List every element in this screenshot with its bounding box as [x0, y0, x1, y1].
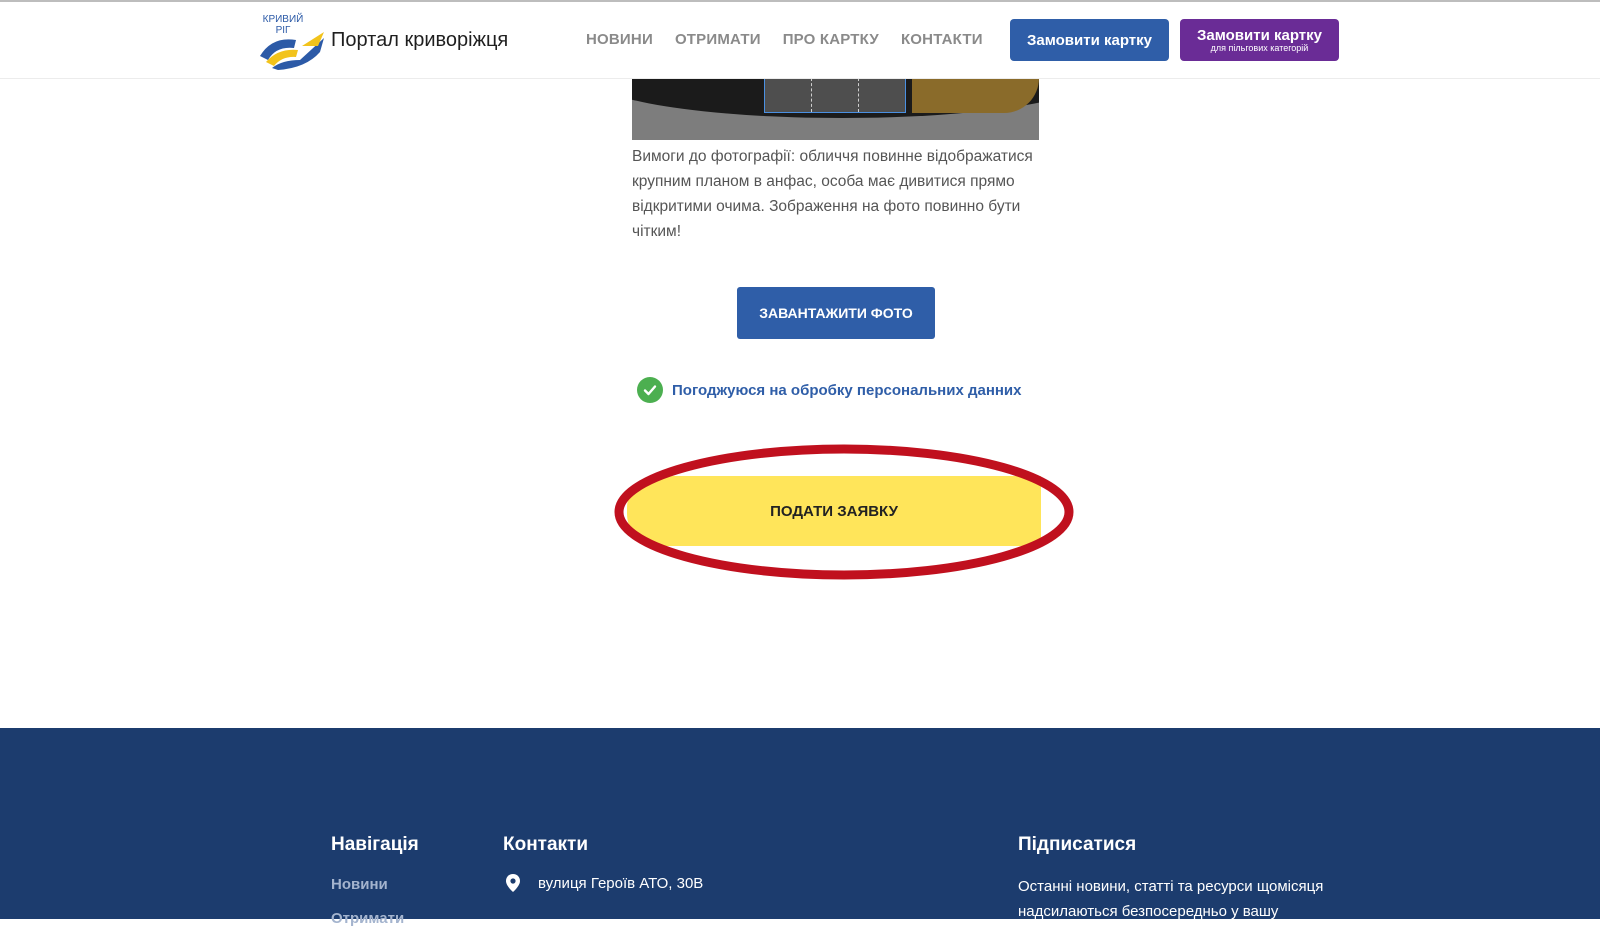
footer-link-news[interactable]: Новини: [331, 876, 388, 893]
order-benefit-sublabel: для пільгових категорій: [1210, 42, 1309, 53]
nav-item-get[interactable]: ОТРИМАТИ: [675, 31, 761, 48]
crop-guide-line: [811, 78, 812, 112]
consent-label[interactable]: Погоджуюся на обробку персональних данни…: [672, 382, 1022, 399]
footer-navigation-title: Навігація: [331, 834, 419, 855]
crop-guide-line: [858, 78, 859, 112]
footer-address: вулиця Героїв АТО, 30В: [506, 874, 703, 892]
upload-photo-button[interactable]: ЗАВАНТАЖИТИ ФОТО: [737, 287, 935, 339]
red-highlight-circle: [614, 444, 1074, 580]
order-benefit-label: Замовити картку: [1197, 26, 1322, 44]
footer-subscribe-text: Останні новини, статті та ресурси щоміся…: [1018, 878, 1324, 920]
order-card-button[interactable]: Замовити картку: [1010, 19, 1169, 61]
check-circle-icon[interactable]: [637, 377, 663, 403]
main-nav: НОВИНИ ОТРИМАТИ ПРО КАРТКУ КОНТАКТИ: [586, 31, 983, 48]
crop-frame[interactable]: [764, 78, 906, 113]
site-header: КРИВИЙ РІГ Портал криворіжця НОВИНИ ОТРИ…: [0, 2, 1600, 79]
photo-crop-preview[interactable]: [632, 78, 1039, 140]
site-title[interactable]: Портал криворіжця: [331, 29, 508, 52]
site-footer: Навігація Новини Отримати Контакти вулиц…: [0, 728, 1600, 927]
photo-requirements-text: Вимоги до фотографії: обличчя повинне ві…: [632, 148, 1033, 240]
location-pin-icon: [506, 874, 520, 892]
nav-item-contacts[interactable]: КОНТАКТИ: [901, 31, 983, 48]
order-benefit-card-button[interactable]: Замовити картку для пільгових категорій: [1180, 19, 1339, 61]
footer-contacts-title: Контакти: [503, 834, 589, 855]
nav-item-about-card[interactable]: ПРО КАРТКУ: [783, 31, 879, 48]
photo-background-detail: [912, 78, 1039, 113]
logo-city-line1: КРИВИЙ: [262, 14, 304, 25]
nav-item-news[interactable]: НОВИНИ: [586, 31, 653, 48]
consent-checkbox[interactable]: Погоджуюся на обробку персональних данни…: [637, 377, 1022, 403]
site-logo[interactable]: КРИВИЙ РІГ: [258, 12, 328, 70]
logo-emblem-icon: [260, 32, 324, 70]
footer-address-text: вулиця Героїв АТО, 30В: [538, 874, 704, 892]
footer-subscribe-title: Підписатися: [1018, 834, 1137, 855]
